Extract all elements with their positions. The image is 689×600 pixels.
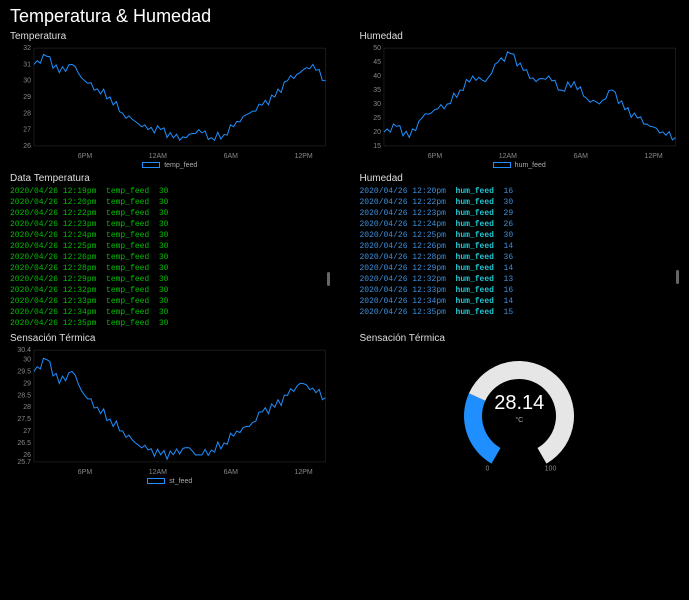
- log-row: 2020/04/26 12:32pm hum_feed 13: [360, 274, 672, 285]
- panel-temp-log: Data Temperatura 2020/04/26 12:19pm temp…: [10, 173, 330, 329]
- log-temp[interactable]: 2020/04/26 12:19pm temp_feed 302020/04/2…: [10, 186, 330, 329]
- log-row: 2020/04/26 12:28pm temp_feed 30: [10, 263, 322, 274]
- svg-text:6AM: 6AM: [573, 153, 588, 160]
- panel-title-temp-log: Data Temperatura: [10, 173, 330, 184]
- log-row: 2020/04/26 12:19pm temp_feed 30: [10, 186, 322, 197]
- svg-text:35: 35: [373, 87, 381, 94]
- log-row: 2020/04/26 12:26pm temp_feed 30: [10, 252, 322, 263]
- svg-text:26: 26: [23, 452, 31, 459]
- svg-text:6AM: 6AM: [224, 153, 239, 160]
- legend-hum: hum_feed: [360, 162, 680, 169]
- svg-text:27: 27: [23, 127, 31, 134]
- log-row: 2020/04/26 12:20pm hum_feed 16: [360, 186, 672, 197]
- page-title: Temperatura & Humedad: [10, 6, 679, 27]
- log-row: 2020/04/26 12:26pm hum_feed 14: [360, 241, 672, 252]
- chart-humedad[interactable]: 15 20 25 30 35 40 45 50 6PM 12AM 6AM 12PM: [360, 44, 680, 160]
- svg-text:12PM: 12PM: [295, 469, 313, 476]
- log-row: 2020/04/26 12:22pm hum_feed 30: [360, 197, 672, 208]
- svg-text:25: 25: [373, 115, 381, 122]
- chart-temperatura[interactable]: 26 27 28 29 30 31 32 6PM 12AM 6AM 12PM: [10, 44, 330, 160]
- svg-text:29: 29: [23, 94, 31, 101]
- svg-text:12PM: 12PM: [295, 153, 313, 160]
- svg-text:26: 26: [23, 143, 31, 150]
- svg-text:50: 50: [373, 45, 381, 52]
- svg-text:20: 20: [373, 129, 381, 136]
- svg-text:29: 29: [23, 380, 31, 387]
- log-row: 2020/04/26 12:28pm hum_feed 36: [360, 252, 672, 263]
- panel-humedad: Humedad 15 20 25 30 35 40 45 50 6PM 12AM 6AM 12PM h…: [360, 31, 680, 169]
- log-row: 2020/04/26 12:25pm hum_feed 30: [360, 230, 672, 241]
- svg-text:6PM: 6PM: [78, 469, 93, 476]
- log-row: 2020/04/26 12:29pm temp_feed 30: [10, 274, 322, 285]
- log-row: 2020/04/26 12:24pm temp_feed 30: [10, 230, 322, 241]
- panel-temperatura: Temperatura 26 27 28 29 30 31 32 6PM 12AM 6AM 12PM…: [10, 31, 330, 169]
- log-row: 2020/04/26 12:33pm hum_feed 16: [360, 285, 672, 296]
- gauge-value: 28.14: [494, 392, 544, 415]
- svg-text:12AM: 12AM: [149, 469, 167, 476]
- scrollbar-thumb[interactable]: [327, 272, 330, 286]
- log-row: 2020/04/26 12:33pm temp_feed 30: [10, 296, 322, 307]
- log-row: 2020/04/26 12:35pm hum_feed 15: [360, 307, 672, 318]
- log-row: 2020/04/26 12:29pm hum_feed 14: [360, 263, 672, 274]
- scrollbar-thumb[interactable]: [676, 270, 679, 284]
- panel-hum-log: Humedad 2020/04/26 12:20pm hum_feed 1620…: [360, 173, 680, 329]
- gauge-unit: °C: [494, 417, 544, 424]
- panel-title-gauge: Sensación Térmica: [360, 333, 680, 344]
- svg-text:0: 0: [486, 466, 490, 473]
- svg-text:30: 30: [23, 78, 31, 85]
- log-row: 2020/04/26 12:34pm temp_feed 30: [10, 307, 322, 318]
- log-row: 2020/04/26 12:20pm temp_feed 30: [10, 197, 322, 208]
- log-row: 2020/04/26 12:23pm hum_feed 29: [360, 208, 672, 219]
- log-row: 2020/04/26 12:34pm hum_feed 14: [360, 296, 672, 307]
- log-row: 2020/04/26 12:35pm temp_feed 30: [10, 318, 322, 329]
- svg-text:27.5: 27.5: [17, 416, 31, 423]
- panel-title-hum-log: Humedad: [360, 173, 680, 184]
- log-hum[interactable]: 2020/04/26 12:20pm hum_feed 162020/04/26…: [360, 186, 680, 326]
- panel-title-hum: Humedad: [360, 31, 680, 42]
- svg-text:28.5: 28.5: [17, 392, 31, 399]
- gauge-st[interactable]: 0 100 28.14 °C: [360, 346, 680, 476]
- svg-text:6AM: 6AM: [224, 469, 239, 476]
- svg-text:40: 40: [373, 73, 381, 80]
- svg-text:15: 15: [373, 143, 381, 150]
- svg-text:31: 31: [23, 61, 31, 68]
- svg-text:29.5: 29.5: [17, 369, 31, 376]
- svg-text:27: 27: [23, 428, 31, 435]
- log-row: 2020/04/26 12:22pm temp_feed 30: [10, 208, 322, 219]
- svg-text:30.4: 30.4: [17, 347, 31, 354]
- legend-st: st_feed: [10, 478, 330, 485]
- log-row: 2020/04/26 12:25pm temp_feed 30: [10, 241, 322, 252]
- panel-st-chart: Sensación Térmica 25.726 26.5 27 27.5 28 28.5…: [10, 333, 330, 485]
- svg-text:6PM: 6PM: [78, 153, 93, 160]
- svg-text:12AM: 12AM: [498, 153, 516, 160]
- svg-text:25.7: 25.7: [17, 459, 31, 466]
- log-row: 2020/04/26 12:23pm temp_feed 30: [10, 219, 322, 230]
- panel-title-temp: Temperatura: [10, 31, 330, 42]
- svg-text:30: 30: [373, 101, 381, 108]
- panel-gauge: Sensación Térmica 0 100 28.14 °C: [360, 333, 680, 485]
- svg-text:12PM: 12PM: [644, 153, 662, 160]
- svg-text:28: 28: [23, 110, 31, 117]
- svg-text:32: 32: [23, 45, 31, 52]
- svg-text:100: 100: [545, 466, 557, 473]
- panel-title-st: Sensación Térmica: [10, 333, 330, 344]
- log-row: 2020/04/26 12:24pm hum_feed 26: [360, 219, 672, 230]
- legend-temp: temp_feed: [10, 162, 330, 169]
- svg-text:26.5: 26.5: [17, 440, 31, 447]
- svg-text:6PM: 6PM: [427, 153, 442, 160]
- svg-text:12AM: 12AM: [149, 153, 167, 160]
- svg-text:28: 28: [23, 404, 31, 411]
- log-row: 2020/04/26 12:32pm temp_feed 30: [10, 285, 322, 296]
- chart-st[interactable]: 25.726 26.5 27 27.5 28 28.5 29 29.5 30 30.4 6PM 12A…: [10, 346, 330, 476]
- svg-text:45: 45: [373, 59, 381, 66]
- svg-text:30: 30: [23, 357, 31, 364]
